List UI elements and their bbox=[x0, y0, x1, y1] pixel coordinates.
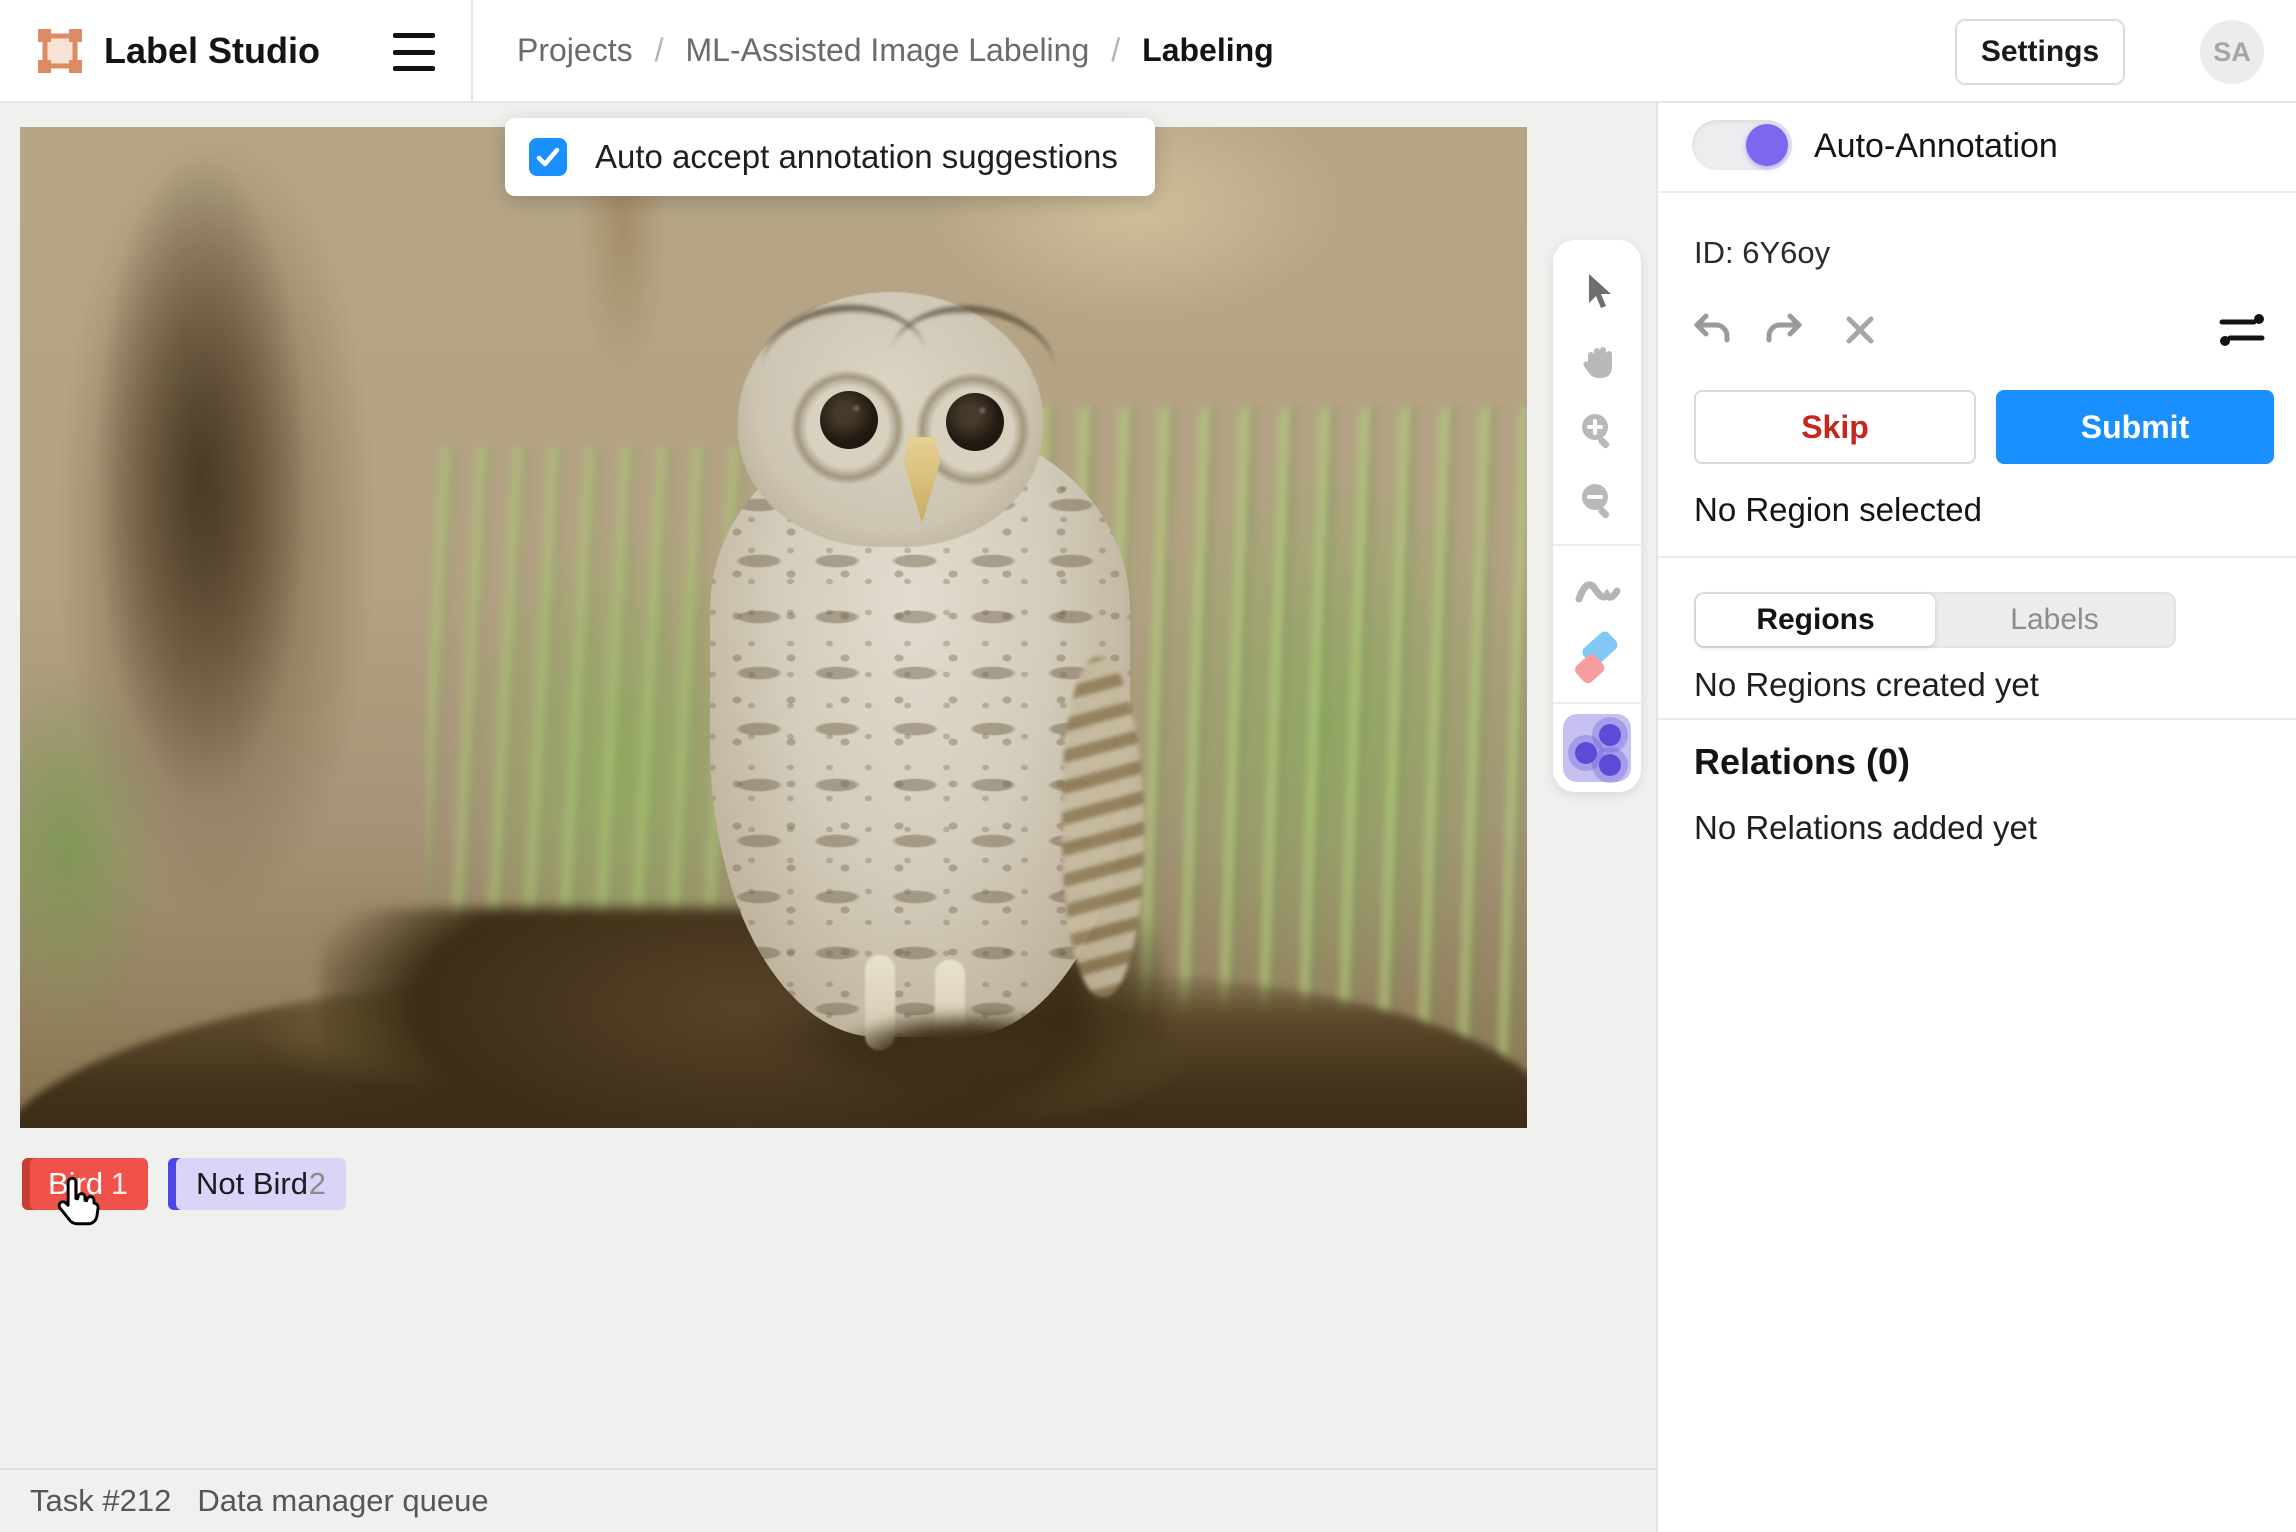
label-chip-hotkey: 2 bbox=[309, 1166, 326, 1202]
task-status-bar: Task #212 Data manager queue bbox=[0, 1468, 1656, 1532]
cursor-tool-button[interactable] bbox=[1562, 256, 1632, 326]
toolbar-divider bbox=[1553, 544, 1641, 546]
redo-icon bbox=[1762, 310, 1806, 350]
relations-section-title: Relations (0) bbox=[1694, 741, 1910, 783]
brush-tool-button[interactable] bbox=[1562, 554, 1632, 624]
auto-annotation-label: Auto-Annotation bbox=[1814, 127, 2058, 166]
avatar-initials: SA bbox=[2213, 37, 2251, 68]
tab-labels-label: Labels bbox=[2010, 603, 2098, 637]
annotation-sidebar: Auto-Annotation ID: 6Y6oy Skip Submit No… bbox=[1656, 103, 2296, 1532]
photo-foreground-moss bbox=[835, 1012, 1105, 1097]
brush-icon bbox=[1573, 567, 1621, 611]
breadcrumb-separator: / bbox=[1111, 32, 1120, 69]
breadcrumb-project-name[interactable]: ML-Assisted Image Labeling bbox=[685, 32, 1089, 69]
sliders-icon bbox=[2218, 309, 2266, 351]
top-header: Label Studio Projects / ML-Assisted Imag… bbox=[0, 0, 2296, 103]
close-icon bbox=[1841, 311, 1879, 349]
settings-button[interactable]: Settings bbox=[1955, 19, 2125, 85]
zoom-in-tool-button[interactable] bbox=[1562, 396, 1632, 466]
owl-eye bbox=[946, 393, 1004, 451]
checkmark-icon bbox=[535, 144, 561, 170]
task-number: Task #212 bbox=[30, 1483, 171, 1519]
relations-empty-text: No Relations added yet bbox=[1694, 809, 2037, 847]
magic-wand-dot bbox=[1599, 724, 1621, 746]
skip-button[interactable]: Skip bbox=[1694, 390, 1976, 464]
app-title: Label Studio bbox=[104, 30, 320, 72]
redo-button[interactable] bbox=[1760, 308, 1808, 352]
auto-accept-checkbox[interactable] bbox=[529, 138, 567, 176]
submit-button-label: Submit bbox=[2081, 409, 2189, 446]
auto-accept-popup: Auto accept annotation suggestions bbox=[505, 118, 1155, 196]
auto-annotation-toggle[interactable] bbox=[1692, 120, 1792, 170]
magic-wand-dot bbox=[1575, 742, 1597, 764]
tab-labels[interactable]: Labels bbox=[1935, 594, 2174, 646]
regions-labels-tabs: Regions Labels bbox=[1694, 592, 2176, 648]
zoom-in-icon bbox=[1575, 409, 1619, 453]
breadcrumb: Projects / ML-Assisted Image Labeling / … bbox=[517, 0, 1274, 101]
reset-button[interactable] bbox=[1836, 308, 1884, 352]
toggle-knob bbox=[1746, 124, 1788, 166]
no-region-text: No Region selected bbox=[1694, 491, 1982, 529]
sidebar-divider bbox=[1658, 191, 2296, 193]
hamburger-menu-icon[interactable] bbox=[393, 33, 435, 71]
cursor-icon bbox=[1575, 269, 1619, 313]
regions-empty-text: No Regions created yet bbox=[1694, 666, 2039, 704]
eraser-tool-button[interactable] bbox=[1562, 624, 1632, 694]
sidebar-divider bbox=[1658, 718, 2296, 720]
hamburger-bar bbox=[393, 50, 435, 55]
label-chip-text: Not Bird bbox=[196, 1166, 308, 1202]
hamburger-bar bbox=[393, 66, 435, 71]
skip-button-label: Skip bbox=[1801, 409, 1869, 446]
annotation-id: ID: 6Y6oy bbox=[1694, 235, 1830, 271]
tab-regions-label: Regions bbox=[1756, 603, 1874, 637]
user-avatar[interactable]: SA bbox=[2200, 20, 2264, 84]
label-chip-hotkey: 1 bbox=[111, 1166, 128, 1202]
mouse-cursor-hand-icon bbox=[52, 1174, 108, 1236]
label-studio-logo-icon bbox=[36, 27, 84, 75]
hand-icon bbox=[1575, 339, 1619, 383]
eraser-icon bbox=[1569, 633, 1625, 685]
zoom-out-icon bbox=[1575, 479, 1619, 523]
auto-accept-label[interactable]: Auto accept annotation suggestions bbox=[595, 138, 1118, 176]
annotation-toolbar bbox=[1553, 240, 1641, 792]
header-divider bbox=[471, 0, 473, 101]
breadcrumb-projects[interactable]: Projects bbox=[517, 32, 633, 69]
undo-icon bbox=[1690, 310, 1734, 350]
zoom-out-tool-button[interactable] bbox=[1562, 466, 1632, 536]
breadcrumb-current-labeling: Labeling bbox=[1142, 32, 1274, 69]
toolbar-divider bbox=[1553, 702, 1641, 704]
hamburger-bar bbox=[393, 33, 435, 38]
settings-button-label: Settings bbox=[1981, 35, 2099, 69]
pan-tool-button[interactable] bbox=[1562, 326, 1632, 396]
submit-button[interactable]: Submit bbox=[1996, 390, 2274, 464]
undo-button[interactable] bbox=[1688, 308, 1736, 352]
task-image-canvas[interactable] bbox=[20, 127, 1527, 1128]
magic-wand-dot bbox=[1599, 754, 1621, 776]
queue-name: Data manager queue bbox=[197, 1483, 488, 1519]
label-chip-not-bird[interactable]: Not Bird 2 bbox=[168, 1158, 346, 1210]
owl-eye bbox=[820, 391, 878, 449]
view-settings-button[interactable] bbox=[2218, 308, 2266, 352]
breadcrumb-separator: / bbox=[655, 32, 664, 69]
tab-regions[interactable]: Regions bbox=[1696, 594, 1935, 646]
magic-wand-tool-button-active[interactable] bbox=[1563, 714, 1631, 782]
sidebar-divider bbox=[1658, 556, 2296, 558]
